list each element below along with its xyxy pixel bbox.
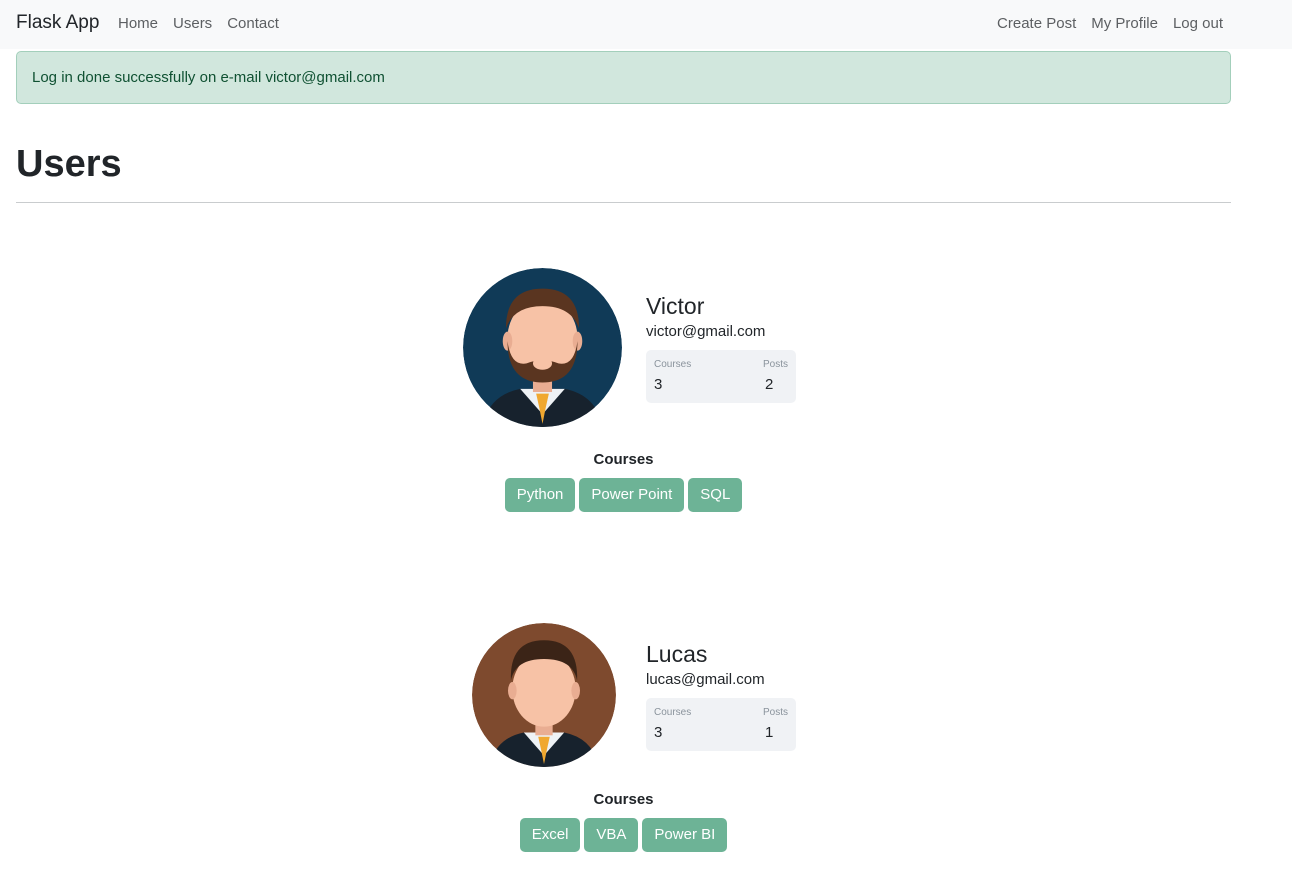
nav-contact-link[interactable]: Contact	[227, 15, 279, 32]
courses-heading: Courses	[593, 791, 654, 808]
course-badges: Python Power Point SQL	[0, 478, 1247, 512]
alert-message: Log in done successfully on e-mail victo…	[32, 69, 385, 86]
man-avatar	[472, 623, 616, 767]
course-badge-excel[interactable]: Excel	[519, 818, 581, 852]
courses-stat-label: Courses	[654, 707, 692, 718]
nav-create-post-link[interactable]: Create Post	[997, 15, 1076, 32]
user-stats: Courses Posts 3 2	[646, 350, 796, 403]
nav-logout-link[interactable]: Log out	[1173, 15, 1223, 32]
bearded-man-avatar	[463, 268, 622, 427]
courses-heading: Courses	[593, 451, 654, 468]
brand-link[interactable]: Flask App	[16, 12, 99, 34]
success-alert: Log in done successfully on e-mail victo…	[16, 51, 1231, 104]
nav-left: Home Users Contact	[118, 15, 279, 32]
course-badge-sql[interactable]: SQL	[688, 478, 743, 512]
user-name: Lucas	[646, 641, 708, 667]
nav-right: Create Post My Profile Log out	[997, 15, 1223, 32]
course-badge-python[interactable]: Python	[504, 478, 576, 512]
title-divider	[16, 202, 1231, 203]
course-badge-power-point[interactable]: Power Point	[579, 478, 685, 512]
posts-count: 2	[765, 376, 774, 393]
course-badge-vba[interactable]: VBA	[584, 818, 639, 852]
course-badges: Excel VBA Power BI	[0, 818, 1247, 852]
user-email: victor@gmail.com	[646, 323, 766, 340]
nav-users-link[interactable]: Users	[173, 15, 212, 32]
posts-stat-label: Posts	[762, 359, 788, 370]
courses-stat-label: Courses	[654, 359, 692, 370]
course-badge-power-bi[interactable]: Power BI	[642, 818, 728, 852]
courses-count: 3	[654, 724, 663, 741]
navbar: Flask App Home Users Contact Create Post…	[0, 0, 1292, 49]
nav-my-profile-link[interactable]: My Profile	[1091, 15, 1158, 32]
posts-stat-label: Posts	[762, 707, 788, 718]
user-name: Victor	[646, 293, 705, 319]
user-stats: Courses Posts 3 1	[646, 698, 796, 751]
nav-home-link[interactable]: Home	[118, 15, 158, 32]
user-email: lucas@gmail.com	[646, 671, 765, 688]
page-title: Users	[16, 143, 122, 185]
posts-count: 1	[765, 724, 774, 741]
courses-count: 3	[654, 376, 663, 393]
